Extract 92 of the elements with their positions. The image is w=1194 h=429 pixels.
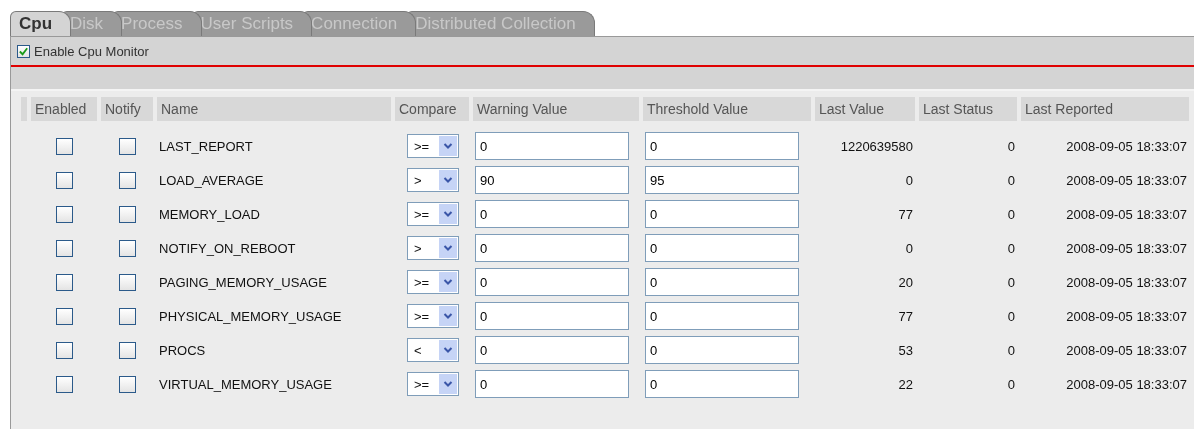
- table-cell: MEMORY_LOAD: [159, 206, 260, 222]
- threshold-value-field[interactable]: 0: [645, 234, 799, 262]
- checkbox[interactable]: [55, 375, 73, 393]
- table-cell: 2008-09-05 18:33:07: [1066, 206, 1187, 222]
- table-cell: 20: [898, 274, 913, 290]
- threshold-value-field[interactable]: 0: [645, 200, 799, 228]
- checkbox[interactable]: [55, 171, 73, 189]
- compare-dropdown[interactable]: >=: [407, 134, 459, 158]
- compare-dropdown[interactable]: >: [407, 168, 459, 192]
- column-header: Last Status: [919, 97, 1017, 121]
- warning-value-field[interactable]: 0: [475, 268, 629, 296]
- warning-value-field[interactable]: 0: [475, 336, 629, 364]
- checkbox[interactable]: [55, 137, 73, 155]
- checkbox[interactable]: [55, 205, 73, 223]
- checkbox[interactable]: [55, 307, 73, 325]
- table-cell: 53: [898, 342, 913, 358]
- table-cell: 0: [1007, 376, 1015, 392]
- column-header: Last Reported: [1021, 97, 1189, 121]
- warning-value-field[interactable]: 0: [475, 234, 629, 262]
- warning-value-field[interactable]: 0: [475, 302, 629, 330]
- column-header: Compare: [395, 97, 469, 121]
- column-header: Name: [157, 97, 391, 121]
- checkbox[interactable]: [55, 341, 73, 359]
- table-cell: 0: [1007, 274, 1015, 290]
- column-header: Notify: [101, 97, 153, 121]
- table-cell: 0: [1007, 138, 1015, 154]
- column-header: Enabled: [31, 97, 97, 121]
- table-cell: PROCS: [159, 342, 206, 358]
- table-cell: 2008-09-05 18:33:07: [1066, 274, 1187, 290]
- checkbox[interactable]: [118, 375, 136, 393]
- caret-icon: [439, 204, 457, 224]
- column-header: Warning Value: [473, 97, 639, 121]
- table-cell: 2008-09-05 18:33:07: [1066, 138, 1187, 154]
- checkbox[interactable]: [17, 44, 30, 58]
- table-cell: 2008-09-05 18:33:07: [1066, 308, 1187, 324]
- checkbox[interactable]: [118, 137, 136, 155]
- table-cell: 0: [1007, 172, 1015, 188]
- checkbox[interactable]: [118, 239, 136, 257]
- compare-dropdown[interactable]: >=: [407, 372, 459, 396]
- table-cell: 77: [898, 308, 913, 324]
- threshold-value-field[interactable]: 95: [645, 166, 799, 194]
- caret-icon: [439, 170, 457, 190]
- table-cell: LOAD_AVERAGE: [159, 172, 264, 188]
- threshold-value-field[interactable]: 0: [645, 302, 799, 330]
- table-cell: 2008-09-05 18:33:07: [1066, 342, 1187, 358]
- table-cell: 0: [1007, 240, 1015, 256]
- warning-value-field[interactable]: 90: [475, 166, 629, 194]
- checkbox[interactable]: [118, 205, 136, 223]
- table-cell: 0: [1007, 342, 1015, 358]
- checkbox[interactable]: [118, 307, 136, 325]
- table-cell: PAGING_MEMORY_USAGE: [159, 274, 327, 290]
- table-cell: PHYSICAL_MEMORY_USAGE: [159, 308, 342, 324]
- threshold-value-field[interactable]: 0: [645, 132, 799, 160]
- threshold-value-field[interactable]: 0: [645, 336, 799, 364]
- threshold-value-field[interactable]: 0: [645, 370, 799, 398]
- caret-icon: [439, 340, 457, 360]
- compare-dropdown[interactable]: >=: [407, 202, 459, 226]
- column-header: Last Value: [815, 97, 915, 121]
- warning-value-field[interactable]: 0: [475, 132, 629, 160]
- checkbox[interactable]: [55, 239, 73, 257]
- table-cell: 2008-09-05 18:33:07: [1066, 376, 1187, 392]
- checkbox[interactable]: [118, 171, 136, 189]
- enable-monitor-label: Enable Cpu Monitor: [34, 43, 149, 59]
- caret-icon: [439, 306, 457, 326]
- compare-dropdown[interactable]: >=: [407, 270, 459, 294]
- caret-icon: [439, 238, 457, 258]
- table-cell: 2008-09-05 18:33:07: [1066, 240, 1187, 256]
- column-header: Threshold Value: [643, 97, 811, 121]
- warning-value-field[interactable]: 0: [475, 200, 629, 228]
- compare-dropdown[interactable]: >=: [407, 304, 459, 328]
- caret-icon: [439, 136, 457, 156]
- table-cell: 0: [1007, 206, 1015, 222]
- table-cell: VIRTUAL_MEMORY_USAGE: [159, 376, 332, 392]
- table-cell: 77: [898, 206, 913, 222]
- table-cell: 22: [898, 376, 913, 392]
- compare-dropdown[interactable]: >: [407, 236, 459, 260]
- table-cell: 0: [905, 172, 913, 188]
- caret-icon: [439, 272, 457, 292]
- table-cell: 1220639580: [840, 138, 913, 154]
- table-cell: LAST_REPORT: [159, 138, 253, 154]
- checkbox[interactable]: [55, 273, 73, 291]
- table-cell: 0: [1007, 308, 1015, 324]
- table-cell: 0: [905, 240, 913, 256]
- threshold-value-field[interactable]: 0: [645, 268, 799, 296]
- compare-dropdown[interactable]: <: [407, 338, 459, 362]
- checkbox[interactable]: [118, 273, 136, 291]
- checkbox[interactable]: [118, 341, 136, 359]
- table-cell: NOTIFY_ON_REBOOT: [159, 240, 296, 256]
- table-cell: 2008-09-05 18:33:07: [1066, 172, 1187, 188]
- tab[interactable]: Cpu: [10, 11, 72, 36]
- caret-icon: [439, 374, 457, 394]
- warning-value-field[interactable]: 0: [475, 370, 629, 398]
